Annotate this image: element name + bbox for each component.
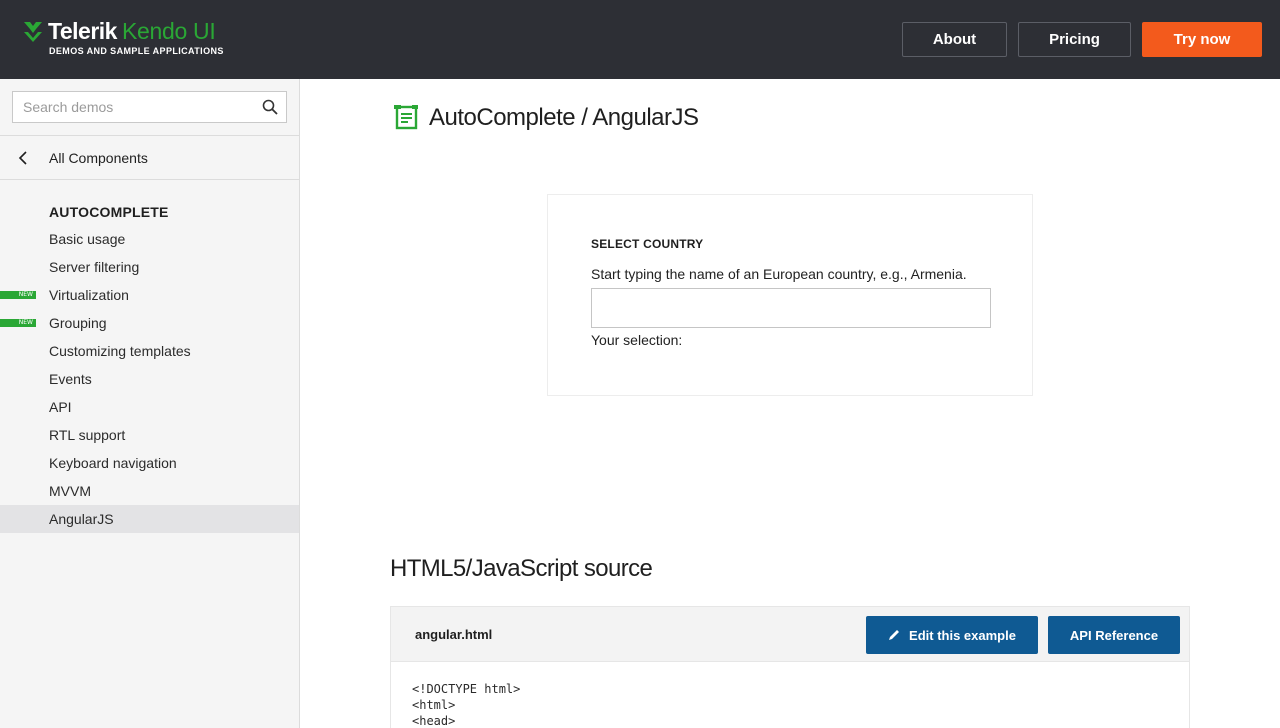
source-panel: angular.html Edit this example API Refer… xyxy=(390,606,1190,728)
country-autocomplete-input[interactable] xyxy=(591,288,991,328)
brand-product: Kendo UI xyxy=(121,17,216,44)
chevron-left-icon xyxy=(18,150,27,165)
demo-hint: Start typing the name of an European cou… xyxy=(591,266,967,282)
demo-nav-list: Basic usage Server filtering NEW Virtuali… xyxy=(0,225,299,533)
sidebar-item-label: Virtualization xyxy=(49,287,129,303)
autocomplete-icon xyxy=(394,105,418,130)
sidebar-item-keyboard-navigation[interactable]: Keyboard navigation xyxy=(0,449,299,477)
divider xyxy=(0,179,299,180)
sidebar-item-customizing-templates[interactable]: Customizing templates xyxy=(0,337,299,365)
selection-label: Your selection: xyxy=(591,332,683,348)
sidebar-item-label: Events xyxy=(49,371,92,387)
search-input[interactable] xyxy=(13,92,248,122)
brand-name: Telerik xyxy=(48,17,117,44)
kendo-logo-icon xyxy=(24,22,42,42)
sidebar-item-label: RTL support xyxy=(49,427,126,443)
demo-heading: SELECT COUNTRY xyxy=(591,237,704,251)
all-components-link[interactable]: All Components xyxy=(0,136,299,179)
source-toolbar: angular.html Edit this example API Refer… xyxy=(391,607,1189,662)
sidebar-item-grouping[interactable]: NEW Grouping xyxy=(0,309,299,337)
sidebar-item-label: MVVM xyxy=(49,483,91,499)
brand-subtitle: DEMOS AND SAMPLE APPLICATIONS xyxy=(49,46,224,56)
edit-example-button[interactable]: Edit this example xyxy=(866,616,1038,654)
sidebar-item-label: API xyxy=(49,399,72,415)
all-components-label: All Components xyxy=(49,149,148,166)
source-section-title: HTML5/JavaScript source xyxy=(390,555,653,582)
demo-panel: SELECT COUNTRY Start typing the name of … xyxy=(547,194,1033,396)
sidebar-item-events[interactable]: Events xyxy=(0,365,299,393)
new-badge: NEW xyxy=(0,291,36,299)
code-line: <!DOCTYPE html> xyxy=(412,682,521,696)
section-title: AUTOCOMPLETE xyxy=(49,204,169,220)
sidebar-item-angularjs[interactable]: AngularJS xyxy=(0,505,299,533)
api-reference-button[interactable]: API Reference xyxy=(1048,616,1180,654)
sidebar-item-label: Keyboard navigation xyxy=(49,455,177,471)
sidebar-item-api[interactable]: API xyxy=(0,393,299,421)
sidebar: All Components AUTOCOMPLETE Basic usage … xyxy=(0,79,300,728)
about-button[interactable]: About xyxy=(902,22,1007,57)
new-badge: NEW xyxy=(0,319,36,327)
sidebar-item-label: Server filtering xyxy=(49,259,140,275)
sidebar-item-label: Customizing templates xyxy=(49,343,191,359)
sidebar-item-label: Basic usage xyxy=(49,231,126,247)
telerik-kendo-logo[interactable]: Telerik Kendo UI DEMOS AND SAMPLE APPLIC… xyxy=(22,18,224,56)
sidebar-item-virtualization[interactable]: NEW Virtualization xyxy=(0,281,299,309)
sidebar-item-rtl-support[interactable]: RTL support xyxy=(0,421,299,449)
edit-example-label: Edit this example xyxy=(909,627,1016,643)
try-now-button[interactable]: Try now xyxy=(1142,22,1262,57)
sidebar-item-server-filtering[interactable]: Server filtering xyxy=(0,253,299,281)
code-line: <html> xyxy=(412,698,456,712)
code-line: <head> xyxy=(412,714,456,728)
code-block: <!DOCTYPE html> <html> <head> xyxy=(412,681,520,728)
pencil-icon xyxy=(889,630,900,640)
sidebar-item-label: Grouping xyxy=(49,315,107,331)
pricing-button[interactable]: Pricing xyxy=(1018,22,1131,57)
sidebar-item-basic-usage[interactable]: Basic usage xyxy=(0,225,299,253)
top-header: Telerik Kendo UI DEMOS AND SAMPLE APPLIC… xyxy=(0,0,1280,79)
sidebar-item-label: AngularJS xyxy=(49,511,114,527)
sidebar-item-mvvm[interactable]: MVVM xyxy=(0,477,299,505)
search-icon[interactable] xyxy=(262,99,278,115)
search-box xyxy=(12,91,287,123)
source-file-tab[interactable]: angular.html xyxy=(415,627,492,642)
page-title: AutoComplete / AngularJS xyxy=(429,104,699,131)
